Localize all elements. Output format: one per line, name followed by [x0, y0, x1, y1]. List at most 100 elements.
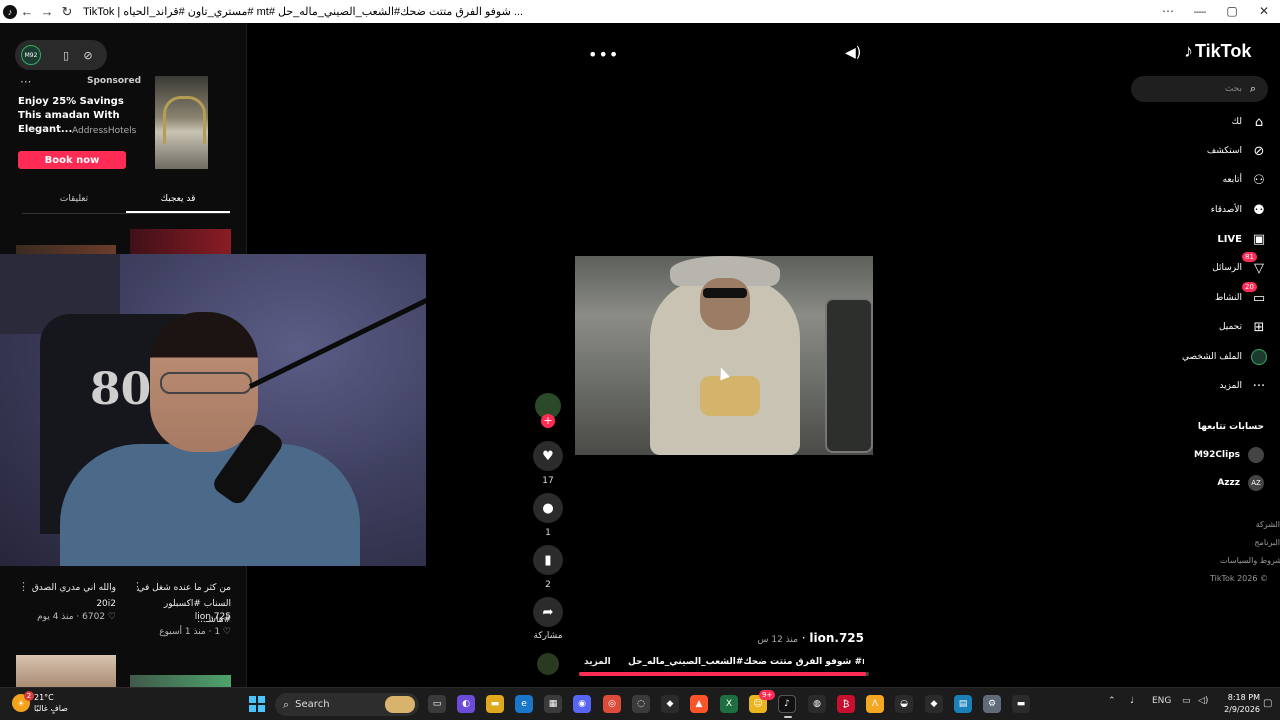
- store-icon[interactable]: ▦: [544, 695, 562, 713]
- chrome-icon[interactable]: ◎: [603, 695, 621, 713]
- glasses: [160, 372, 252, 394]
- comment-count: 1: [545, 528, 551, 538]
- video-thumbnail[interactable]: [130, 675, 231, 687]
- search-box[interactable]: ⌕: [1131, 76, 1268, 102]
- tiktok-logo[interactable]: ♪ TikTok: [1184, 41, 1251, 62]
- taskbar-search[interactable]: ⌕ Search: [275, 693, 419, 716]
- share-button[interactable]: ➦: [533, 597, 563, 627]
- follow-button[interactable]: +: [541, 414, 555, 428]
- speaker-icon[interactable]: ◁): [1198, 696, 1208, 706]
- video-thumbnail[interactable]: [16, 655, 116, 687]
- avatar: AZ: [1248, 475, 1264, 491]
- app-icon[interactable]: ◆: [661, 695, 679, 713]
- steam-icon[interactable]: ◌: [632, 695, 650, 713]
- phone-icon[interactable]: ▯: [55, 49, 77, 62]
- nav-item-more[interactable]: المزيد ···: [1219, 377, 1268, 395]
- controller-icon[interactable]: ▬: [1012, 695, 1030, 713]
- brave-icon[interactable]: ▲: [690, 695, 708, 713]
- avatar[interactable]: M92: [21, 45, 41, 65]
- nav-item-upload[interactable]: تحميل ⊞: [1219, 318, 1268, 336]
- forward-icon[interactable]: →: [37, 4, 57, 19]
- activity-badge: 20: [1242, 282, 1257, 292]
- nav-item-for-you[interactable]: لك ⌂: [1232, 113, 1268, 131]
- microphone-icon[interactable]: ♩: [1130, 696, 1134, 706]
- comment-button[interactable]: ●: [533, 493, 563, 523]
- search-icon[interactable]: ⌕: [1246, 82, 1260, 96]
- music-disc[interactable]: [537, 653, 559, 675]
- nav-item-explore[interactable]: استكشف ⊘: [1207, 142, 1268, 160]
- video-author[interactable]: منذ 12 س · lion.725: [740, 631, 864, 645]
- ad-thumbnail[interactable]: [155, 76, 208, 169]
- time: 8:18 PM: [1227, 693, 1260, 702]
- side-tabs: تعليقات قد يعجبك: [22, 190, 230, 214]
- save-button[interactable]: ▮: [533, 545, 563, 575]
- nav-item-messages[interactable]: الرسائل ▽ 81: [1212, 252, 1268, 277]
- like-button[interactable]: ♥: [533, 441, 563, 471]
- nav-item-live[interactable]: LIVE ▣: [1217, 230, 1268, 248]
- minimize-button[interactable]: —: [1184, 0, 1216, 23]
- card-user[interactable]: lion.725: [130, 612, 231, 622]
- close-button[interactable]: ✕: [1248, 0, 1280, 23]
- obs-icon[interactable]: ◍: [808, 695, 826, 713]
- card-caption[interactable]: والله اني مدري الصدق 20i2: [16, 580, 116, 612]
- bookmark-icon: ▮: [544, 552, 552, 568]
- back-icon[interactable]: ←: [17, 4, 37, 19]
- task-view-icon[interactable]: ▭: [428, 695, 446, 713]
- maximize-button[interactable]: ▢: [1216, 0, 1248, 23]
- date: 2/9/2026: [1224, 705, 1260, 714]
- edge-icon[interactable]: e: [515, 695, 533, 713]
- nav-label: LIVE: [1217, 233, 1242, 245]
- compass-icon: ⊘: [1253, 143, 1265, 159]
- nav-item-following[interactable]: أتابعه ⚇: [1223, 171, 1268, 189]
- discord-icon[interactable]: ◉: [573, 695, 591, 713]
- compass-small-icon[interactable]: ⊘: [77, 49, 99, 62]
- display-icon[interactable]: ▭: [1182, 696, 1191, 706]
- heart-icon: ♥: [542, 448, 554, 464]
- chat-app-icon[interactable]: ☺ 9+: [749, 690, 776, 713]
- following-account[interactable]: M92Clips: [1194, 446, 1264, 464]
- file-explorer-icon[interactable]: ▬: [486, 695, 504, 713]
- start-button[interactable]: [249, 696, 265, 712]
- app-icon[interactable]: Λ: [866, 695, 884, 713]
- app-icon[interactable]: ₿: [837, 695, 855, 713]
- reload-icon[interactable]: ↻: [57, 4, 77, 20]
- footer-link[interactable]: البرنامج: [1220, 538, 1280, 547]
- footer-link[interactable]: الشركة: [1220, 520, 1280, 529]
- search-input[interactable]: [1146, 84, 1242, 94]
- taskbar-search-label: Search: [295, 699, 330, 710]
- author-name[interactable]: lion.725: [809, 631, 864, 645]
- nav-item-friends[interactable]: الأصدقاء ⚉: [1211, 201, 1268, 219]
- volume-icon[interactable]: ◀): [845, 45, 861, 61]
- clock[interactable]: 8:18 PM 2/9/2026: [1216, 692, 1260, 716]
- tiktok-page: M92 ▯ ⊘ ··· Sponsored Enjoy 25% Savings …: [0, 23, 1280, 687]
- nav-item-activity[interactable]: النشاط ▭ 20: [1215, 282, 1268, 307]
- tab-you-may-like[interactable]: قد يعجبك: [126, 190, 230, 213]
- notification-icon[interactable]: ▢: [1263, 698, 1272, 709]
- weather-desc: صافٍ غالبًا: [34, 704, 68, 713]
- tiktok-taskbar-icon[interactable]: ♪: [778, 695, 796, 718]
- book-now-button[interactable]: Book now: [18, 151, 126, 169]
- more-link[interactable]: المزيد: [584, 657, 611, 667]
- nav-item-profile[interactable]: الملف الشخصي: [1182, 348, 1268, 366]
- user-follow-icon: ⚇: [1253, 172, 1265, 188]
- tab-comments[interactable]: تعليقات: [22, 190, 126, 213]
- chair-print: 80: [90, 364, 152, 415]
- copilot-icon[interactable]: ◐: [457, 695, 475, 713]
- settings-icon[interactable]: ⚙: [983, 695, 1001, 713]
- app-icon[interactable]: ◒: [895, 695, 913, 713]
- language-indicator[interactable]: ENG: [1152, 696, 1171, 706]
- messages-icon: ▽ 81: [1242, 252, 1268, 277]
- excel-icon[interactable]: X: [720, 695, 738, 713]
- video-player[interactable]: [575, 256, 873, 455]
- tray-overflow-icon[interactable]: ⌃: [1108, 696, 1116, 706]
- app-icon[interactable]: ◆: [925, 695, 943, 713]
- ad-menu-icon[interactable]: ···: [20, 75, 31, 89]
- video-progress[interactable]: [579, 672, 869, 676]
- messages-badge: 81: [1242, 252, 1257, 262]
- video-menu-icon[interactable]: •••: [588, 45, 619, 64]
- browser-menu-icon[interactable]: ⋯: [1152, 0, 1184, 23]
- footer-link[interactable]: الشروط والسياسات: [1220, 556, 1280, 565]
- following-account[interactable]: Azzz AZ: [1217, 474, 1264, 492]
- weather-widget[interactable]: ☀ 2 21°C صافٍ غالبًا: [12, 691, 68, 714]
- photos-icon[interactable]: ▤: [954, 695, 972, 713]
